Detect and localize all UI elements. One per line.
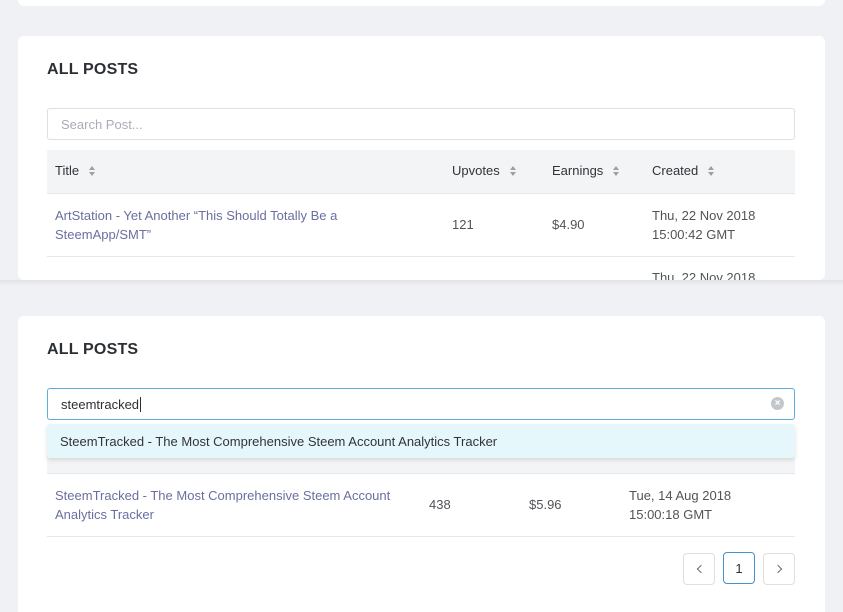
page-number: 1 [735, 560, 743, 576]
panel-divider [0, 280, 843, 286]
sort-icon[interactable] [613, 165, 620, 176]
column-label: Created [652, 163, 699, 178]
page-button-1[interactable]: 1 [723, 552, 755, 584]
section-title: ALL POSTS [47, 61, 139, 78]
column-label: Title [55, 163, 80, 178]
created-value: Thu, 22 Nov 2018 [652, 270, 756, 280]
earnings-value: $4.90 [552, 217, 585, 232]
upvotes-value: 438 [429, 497, 451, 512]
prev-page-button[interactable] [683, 553, 715, 585]
previous-card [18, 0, 825, 6]
table-row: Thu, 22 Nov 2018 [47, 257, 795, 280]
search-input[interactable]: Search Post... [47, 108, 795, 140]
autocomplete-suggestion[interactable]: SteemTracked - The Most Comprehensive St… [47, 424, 795, 458]
next-page-button[interactable] [763, 553, 795, 585]
earnings-value: $5.96 [529, 497, 562, 512]
sort-icon[interactable] [509, 165, 516, 176]
search-input[interactable]: steemtracked × [47, 388, 795, 420]
column-label: Upvotes [452, 163, 500, 178]
chevron-left-icon [696, 564, 705, 574]
all-posts-card-top: ALL POSTS Search Post... Title Upvotes E… [18, 36, 825, 280]
section-title: ALL POSTS [47, 341, 139, 358]
column-header-created[interactable]: Created [652, 163, 715, 178]
search-placeholder: Search Post... [61, 116, 143, 132]
upvotes-value: 121 [452, 217, 474, 232]
created-value: Tue, 14 Aug 2018 15:00:18 GMT [629, 488, 732, 522]
post-title-link[interactable]: ArtStation - Yet Another “This Should To… [55, 206, 337, 244]
created-value: Thu, 22 Nov 2018 15:00:42 GMT [652, 208, 756, 242]
column-header-title[interactable]: Title [55, 163, 96, 178]
table-row: ArtStation - Yet Another “This Should To… [47, 194, 795, 257]
text-caret [140, 396, 142, 412]
suggestion-label: SteemTracked - The Most Comprehensive St… [60, 433, 498, 449]
sort-icon[interactable] [708, 165, 715, 176]
search-value: steemtracked [61, 396, 140, 412]
table-row: SteemTracked - The Most Comprehensive St… [47, 474, 795, 537]
column-header-earnings[interactable]: Earnings [552, 163, 620, 178]
sort-icon[interactable] [89, 165, 96, 176]
column-header-upvotes[interactable]: Upvotes [452, 163, 516, 178]
column-label: Earnings [552, 163, 604, 178]
chevron-right-icon [773, 564, 782, 574]
all-posts-card-bottom: ALL POSTS steemtracked × SteemTracked - … [18, 316, 825, 612]
table-header: Title Upvotes Earnings Created [47, 150, 795, 194]
clear-icon[interactable]: × [771, 397, 784, 410]
post-title-link[interactable]: SteemTracked - The Most Comprehensive St… [55, 486, 390, 524]
